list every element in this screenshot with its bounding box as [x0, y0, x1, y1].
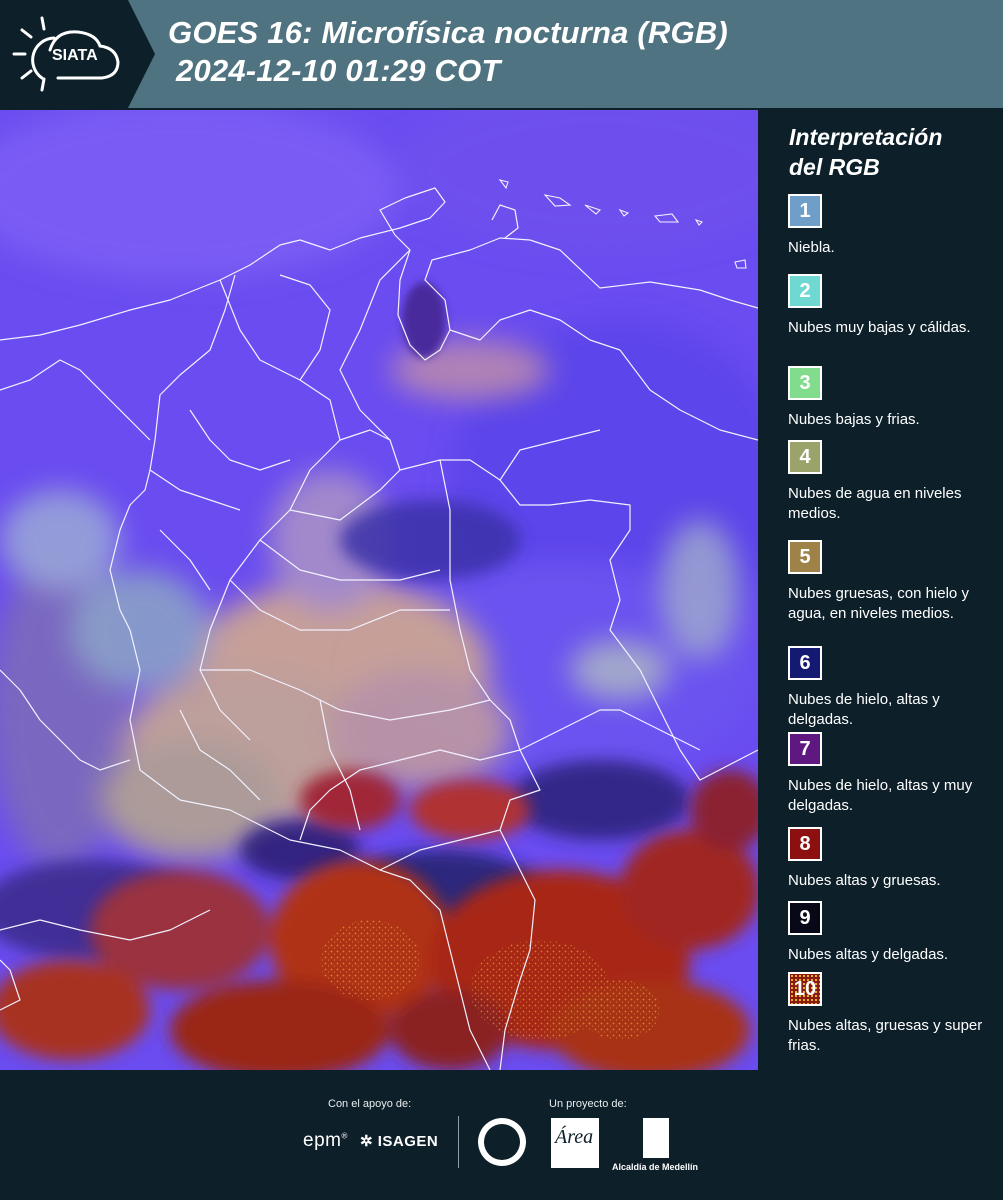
page-title: GOES 16: Microfísica nocturna (RGB) 2024… — [168, 14, 728, 90]
epm-logo[interactable]: epm® — [303, 1130, 348, 1152]
alcaldia-shield-icon — [643, 1118, 669, 1158]
title-line-1: GOES 16: Microfísica nocturna (RGB) — [168, 15, 728, 50]
legend-swatch: 8 — [788, 827, 822, 861]
siata-logo[interactable]: SIATA — [0, 0, 155, 108]
legend-item: 10 Nubes altas, gruesas y super frias. — [788, 972, 998, 1056]
legend-item: 7 Nubes de hielo, altas y muy delgadas. — [788, 732, 998, 816]
legend-swatch: 9 — [788, 901, 822, 935]
lake-maracaibo — [402, 282, 446, 358]
header: SIATA GOES 16: Microfísica nocturna (RGB… — [0, 0, 1003, 108]
satellite-map[interactable] — [0, 110, 758, 1070]
legend-item: 5 Nubes gruesas, con hielo y agua, en niv… — [788, 540, 998, 624]
project-label: Un proyecto de: — [549, 1098, 627, 1110]
legend-panel: Interpretación del RGB 1 Niebla. 2 Nubes mu… — [760, 108, 1003, 1070]
legend-swatch: 7 — [788, 732, 822, 766]
footer: Con el apoyo de: Un proyecto de: epm® ✲ … — [0, 1070, 1003, 1200]
legend-item: 2 Nubes muy bajas y cálidas. — [788, 274, 998, 338]
legend-label: Nubes bajas y frias. — [788, 411, 920, 428]
logo-text: SIATA — [52, 47, 98, 64]
legend-swatch: 4 — [788, 440, 822, 474]
legend-swatch: 2 — [788, 274, 822, 308]
legend-title: Interpretación del RGB — [789, 122, 942, 182]
university-seal-logo[interactable] — [478, 1118, 526, 1166]
title-datetime: 2024-12-10 01:29 COT — [176, 53, 501, 88]
footer-divider — [458, 1116, 459, 1168]
legend-label: Nubes de hielo, altas y delgadas. — [788, 691, 940, 728]
isagen-logo[interactable]: ✲ ISAGEN — [360, 1132, 438, 1150]
legend-label: Nubes altas y delgadas. — [788, 946, 949, 963]
legend-label: Nubes de hielo, altas y muy delgadas. — [788, 777, 973, 814]
legend-title-line-2: del RGB — [789, 154, 880, 180]
legend-item: 3 Nubes bajas y frias. — [788, 366, 998, 430]
legend-swatch: 10 — [788, 972, 822, 1006]
legend-label: Nubes muy bajas y cálidas. — [788, 319, 971, 336]
legend-label: Niebla. — [788, 239, 835, 256]
support-label: Con el apoyo de: — [328, 1098, 412, 1110]
legend-label: Nubes altas, gruesas y super frias. — [788, 1017, 983, 1054]
legend-item: 8 Nubes altas y gruesas. — [788, 827, 998, 891]
legend-item: 9 Nubes altas y delgadas. — [788, 901, 998, 965]
legend-item: 6 Nubes de hielo, altas y delgadas. — [788, 646, 998, 730]
legend-swatch: 6 — [788, 646, 822, 680]
legend-item: 4 Nubes de agua en niveles medios. — [788, 440, 998, 524]
legend-item: 1 Niebla. — [788, 194, 998, 258]
epm-logo-text: epm — [303, 1130, 342, 1151]
legend-label: Nubes altas y gruesas. — [788, 872, 941, 889]
legend-swatch: 3 — [788, 366, 822, 400]
legend-swatch: 5 — [788, 540, 822, 574]
isagen-logo-text: ISAGEN — [377, 1133, 439, 1150]
alcaldia-logo[interactable]: Alcaldía de Medellín — [612, 1162, 698, 1172]
area-logo-text: Área — [555, 1126, 594, 1148]
legend-label: Nubes gruesas, con hielo y agua, en nive… — [788, 585, 969, 622]
legend-label: Nubes de agua en niveles medios. — [788, 485, 962, 522]
legend-swatch: 1 — [788, 194, 822, 228]
area-metropolitana-logo[interactable]: Área — [551, 1118, 599, 1168]
legend-title-line-1: Interpretación — [789, 124, 943, 150]
